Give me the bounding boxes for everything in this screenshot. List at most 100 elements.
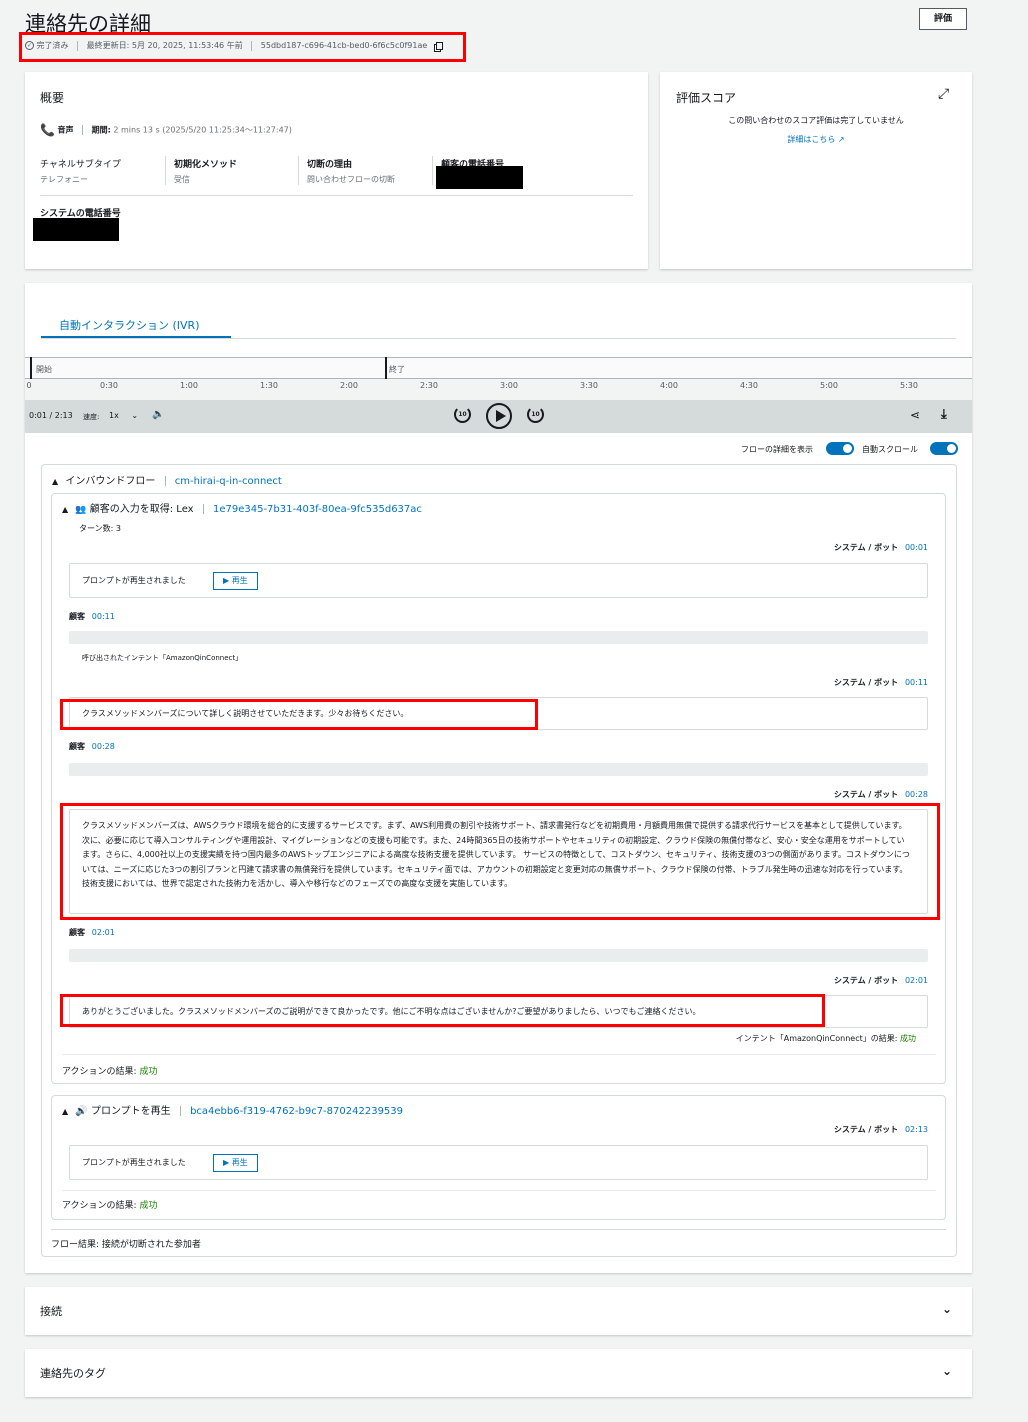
divider	[82, 125, 84, 135]
inbound-flow-name[interactable]: cm-hirai-q-in-connect	[175, 476, 282, 487]
evaluate-button[interactable]: 評価	[919, 8, 967, 30]
field-divider	[165, 156, 166, 185]
timestamp[interactable]: 02:13	[905, 1125, 928, 1134]
timeline-tick: 1:00	[180, 381, 198, 390]
speed-select[interactable]: 1x ⌄	[109, 411, 138, 420]
system-meta: システム / ボット 00:11	[834, 677, 928, 688]
field-value: テレフォニー	[40, 175, 88, 184]
chevron-down-icon[interactable]: ⌄	[942, 1302, 952, 1316]
field-divider	[298, 156, 299, 185]
rewind-seconds: 10	[458, 411, 467, 418]
intent-result-value: 成功	[900, 1034, 916, 1043]
prompt-block-header[interactable]: ▲ 🔊 プロンプトを再生 bca4ebb6-f319-4762-b9c7-870…	[62, 1102, 403, 1117]
customer-label: 顧客	[69, 928, 85, 937]
prompt-bubble	[69, 1145, 928, 1180]
customer-audio-bar	[69, 763, 928, 776]
flow-details-label: フローの詳細を表示	[741, 445, 813, 454]
overview-divider	[40, 195, 633, 196]
field-divider	[432, 156, 433, 185]
volume-icon[interactable]: 🔈	[152, 409, 164, 420]
tags-title: 連絡先のタグ	[40, 1367, 106, 1380]
timeline-end-marker	[385, 357, 387, 379]
prompt-block-id[interactable]: bca4ebb6-f319-4762-b9c7-870242239539	[190, 1106, 403, 1117]
caret-up-icon: ▲	[62, 1107, 69, 1116]
system-meta: システム / ボット 00:01	[834, 542, 928, 553]
timeline-tick: 3:00	[500, 381, 518, 390]
rewind-icon[interactable]: 10	[454, 406, 471, 423]
phone-icon: 📞	[40, 123, 55, 137]
intent-result-label: インテント「AmazonQinConnect」の結果:	[735, 1034, 898, 1043]
flow-divider	[51, 1229, 946, 1230]
score-message: この問い合わせのスコア評価は完了していません	[728, 116, 904, 125]
prompt-block-title: プロンプトを再生	[90, 1106, 171, 1117]
duration-label: 期間:	[91, 125, 111, 135]
duration-value: 2 mins 13 s (2025/5/20 11:25:34〜11:27:47…	[113, 125, 292, 135]
users-icon: 👥	[75, 505, 87, 515]
system-label: システム / ボット	[833, 790, 899, 799]
chevron-down-icon: ⌄	[131, 411, 139, 420]
inbound-flow-header[interactable]: ▲ インバウンドフロー cm-hirai-q-in-connect	[52, 472, 282, 487]
play-prompt-button[interactable]: ▶ 再生	[213, 572, 258, 590]
inbound-flow-label: インバウンドフロー	[65, 476, 156, 487]
customer-label: 顧客	[69, 612, 85, 621]
timeline-tick: 4:30	[740, 381, 758, 390]
divider	[202, 504, 204, 514]
play-icon[interactable]	[486, 403, 512, 429]
timestamp[interactable]: 00:11	[905, 678, 928, 687]
learn-more-link[interactable]: 詳細はこちら	[787, 135, 835, 144]
forward-icon[interactable]: 10	[527, 406, 544, 423]
chevron-down-icon[interactable]: ⌄	[942, 1364, 952, 1378]
highlight-box	[60, 699, 538, 730]
prompt-text: プロンプトが再生されました	[82, 576, 186, 585]
timestamp[interactable]: 00:28	[905, 790, 928, 799]
lex-block-title: 顧客の入力を取得: Lex	[89, 504, 194, 515]
speaker-icon: 🔊	[75, 1106, 88, 1117]
autoscroll-label: 自動スクロール	[862, 445, 918, 454]
field-value: 問い合わせフローの切断	[307, 175, 395, 184]
field-value: 受信	[174, 175, 190, 184]
download-icon[interactable]: ⤓	[941, 407, 947, 422]
forward-seconds: 10	[531, 411, 540, 418]
channel-value: 音声	[57, 125, 74, 135]
share-icon[interactable]: ⋖	[910, 408, 920, 422]
timeline-tick: 2:30	[420, 381, 438, 390]
timestamp[interactable]: 00:11	[92, 612, 115, 621]
score-link-row[interactable]: 詳細はこちら ↗	[660, 134, 972, 145]
action-result-label: アクションの結果:	[62, 1201, 137, 1211]
external-link-icon: ↗	[837, 135, 845, 144]
redacted-block	[436, 166, 523, 189]
action-result-label: アクションの結果:	[62, 1067, 137, 1077]
timeline-end-label: 終了	[389, 365, 405, 374]
tab-ivr[interactable]: 自動インタラクション (IVR)	[59, 317, 200, 333]
timeline[interactable]	[25, 357, 972, 379]
autoscroll-toggle[interactable]	[930, 442, 958, 455]
customer-audio-bar	[69, 949, 928, 962]
play-prompt-button[interactable]: ▶ 再生	[213, 1154, 258, 1172]
timestamp[interactable]: 02:01	[92, 928, 115, 937]
highlight-box	[60, 994, 825, 1027]
play-triangle	[496, 410, 506, 422]
timeline-tick: 4:00	[660, 381, 678, 390]
connection-section[interactable]	[25, 1287, 972, 1335]
lex-block-id[interactable]: 1e79e345-7b31-403f-80ea-9fc535d637ac	[213, 504, 422, 515]
timeline-start-marker	[30, 357, 32, 379]
system-label: システム / ボット	[833, 543, 899, 552]
system-meta: システム / ボット 00:28	[834, 789, 928, 800]
field-label: チャネルサブタイプ	[40, 160, 121, 170]
system-meta: システム / ボット 02:13	[834, 1124, 928, 1135]
lex-block-header[interactable]: ▲ 👥 顧客の入力を取得: Lex 1e79e345-7b31-403f-80e…	[62, 500, 422, 515]
customer-label: 顧客	[69, 742, 85, 751]
expand-icon[interactable]: ⤢	[938, 86, 949, 102]
divider	[179, 1106, 181, 1116]
speed-label: 速度:	[83, 413, 100, 421]
timestamp[interactable]: 00:01	[905, 543, 928, 552]
system-label: システム / ボット	[833, 678, 899, 687]
timestamp[interactable]: 02:01	[905, 976, 928, 985]
tags-section[interactable]	[25, 1349, 972, 1397]
customer-meta: 顧客 02:01	[69, 927, 115, 938]
flow-result: フロー結果: 接続が切断された参加者	[51, 1240, 201, 1250]
system-label: システム / ボット	[833, 976, 899, 985]
system-meta: システム / ボット 02:01	[834, 975, 928, 986]
flow-details-toggle[interactable]	[826, 442, 854, 455]
timestamp[interactable]: 00:28	[92, 742, 115, 751]
